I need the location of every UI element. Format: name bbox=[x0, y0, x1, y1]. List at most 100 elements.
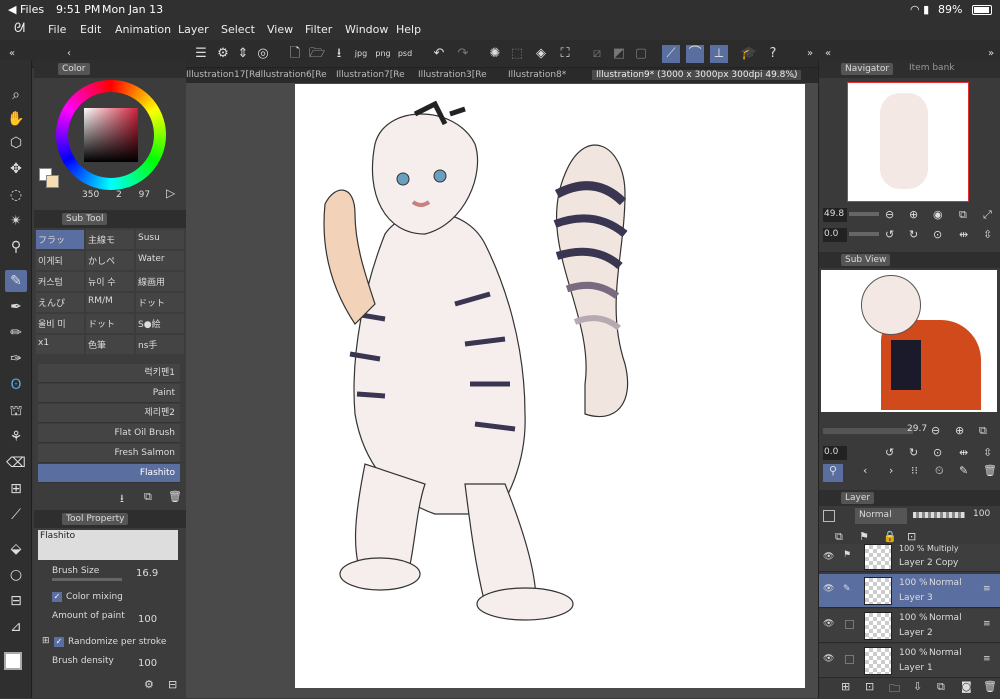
subtool-item[interactable]: Susu bbox=[136, 230, 184, 249]
hand-tool-icon[interactable]: ✋ bbox=[5, 108, 27, 130]
layer-row[interactable]: 👁 100 % Normal Layer 2 ≡ bbox=[819, 609, 1000, 643]
operation-tool-icon[interactable]: ⬡ bbox=[5, 132, 27, 154]
sub-fit-icon[interactable]: ⧉ bbox=[979, 424, 987, 438]
menu-view[interactable]: View bbox=[267, 23, 293, 36]
visibility-eye-icon[interactable]: 👁 bbox=[823, 654, 834, 664]
color-mixing-checkbox[interactable]: ✓ bbox=[52, 592, 62, 602]
mask-icon[interactable]: ◙ bbox=[961, 680, 972, 693]
reset-rotation-icon[interactable]: ⊙ bbox=[933, 228, 942, 241]
subview-angle[interactable]: 0.0 bbox=[823, 446, 847, 460]
subtool-item[interactable]: RM/M bbox=[86, 293, 134, 312]
visibility-eye-icon[interactable]: 👁 bbox=[823, 619, 834, 629]
menu-edit[interactable]: Edit bbox=[80, 23, 101, 36]
new-folder-icon[interactable]: 🗀 bbox=[889, 680, 900, 699]
eraser-icon[interactable]: ⌫ bbox=[5, 452, 27, 474]
subtool-item[interactable]: 뉴이 수 bbox=[86, 272, 134, 291]
subview-zoom[interactable]: 29.7 bbox=[907, 424, 927, 434]
zoom-slider[interactable] bbox=[849, 212, 879, 216]
figure-icon[interactable]: ⊞ bbox=[5, 478, 27, 500]
subtool-item[interactable]: えんぴ bbox=[36, 293, 84, 312]
menu-filter[interactable]: Filter bbox=[305, 23, 332, 36]
clip-icon[interactable]: ⧉ bbox=[835, 530, 843, 544]
brush-item[interactable]: Flat Oil Brush bbox=[38, 424, 180, 443]
help-icon[interactable]: ? bbox=[764, 45, 782, 63]
sub-rotate-left-icon[interactable]: ↺ bbox=[885, 446, 894, 459]
airbrush-icon[interactable]: ⛫ bbox=[5, 400, 27, 422]
opacity-slider[interactable] bbox=[913, 512, 965, 518]
expand-icon[interactable]: ⊞ bbox=[42, 636, 50, 646]
subtool-item[interactable]: 이게되 bbox=[36, 251, 84, 270]
move-tool-icon[interactable]: ✥ bbox=[5, 158, 27, 180]
subview-image[interactable] bbox=[821, 270, 997, 412]
brush-size-value[interactable]: 16.9 bbox=[136, 568, 158, 579]
menu-window[interactable]: Window bbox=[345, 23, 388, 36]
layer-row-selected[interactable]: 👁 ✎ 100 % Normal Layer 3 ≡ bbox=[819, 574, 1000, 608]
brush-size-slider[interactable] bbox=[52, 578, 122, 581]
subtool-item[interactable]: 線画用 bbox=[136, 272, 184, 291]
menu-file[interactable]: File bbox=[48, 23, 66, 36]
sub-prev-icon[interactable]: ‹ bbox=[863, 464, 867, 477]
magic-wand-icon[interactable]: ✴ bbox=[5, 210, 27, 232]
app-logo-icon[interactable]: ᘛ bbox=[14, 21, 25, 36]
duplicate-layer-icon[interactable]: ⧉ bbox=[937, 680, 945, 694]
selection-icon[interactable]: ⧄ bbox=[588, 45, 606, 63]
subtool-item[interactable]: 올비 미 bbox=[36, 314, 84, 333]
color-tab[interactable]: Color bbox=[58, 63, 90, 75]
brush-item[interactable]: 제리펜2 bbox=[38, 404, 180, 423]
layer-opacity[interactable]: 100 bbox=[973, 509, 990, 519]
brush-item[interactable]: Fresh Salmon bbox=[38, 444, 180, 463]
subtool-item[interactable]: ドット bbox=[136, 293, 184, 312]
marker-tool-icon[interactable]: ✑ bbox=[5, 348, 27, 370]
export-psd-icon[interactable]: psd bbox=[396, 45, 414, 63]
clear-icon[interactable]: ⬚ bbox=[508, 45, 526, 63]
layer-checkbox[interactable] bbox=[845, 655, 854, 664]
brush-item[interactable]: Paint bbox=[38, 384, 180, 403]
transform-icon[interactable]: ⛶ bbox=[556, 45, 574, 63]
ruler-snap-icon[interactable]: ⟋ bbox=[662, 45, 680, 63]
tool-property-tab[interactable]: Tool Property bbox=[62, 513, 129, 525]
sub-next-icon[interactable]: › bbox=[889, 464, 893, 477]
merge-icon[interactable]: ⇩ bbox=[913, 680, 922, 693]
collapse-right-icon[interactable]: » bbox=[801, 45, 819, 63]
deselect-icon[interactable]: ◩ bbox=[610, 45, 628, 63]
layer-drag-handle[interactable]: ≡ bbox=[983, 619, 991, 629]
sub-edit-icon[interactable]: ✎ bbox=[959, 464, 968, 477]
rotate-left-icon[interactable]: ↺ bbox=[885, 228, 894, 241]
delete-layer-icon[interactable]: 🗑 bbox=[983, 680, 997, 693]
subtool-item[interactable]: S●絵 bbox=[136, 314, 184, 333]
zoom-tool-icon[interactable]: ⌕ bbox=[5, 84, 27, 106]
doc-tab[interactable]: Illustration7[Re bbox=[336, 70, 405, 80]
amount-value[interactable]: 100 bbox=[138, 614, 157, 625]
visibility-eye-icon[interactable]: 👁 bbox=[823, 584, 834, 594]
subview-zoom-slider[interactable] bbox=[823, 428, 913, 434]
panel-menu-icon[interactable]: ⊟ bbox=[168, 678, 177, 691]
subtool-item[interactable]: Water bbox=[136, 251, 184, 270]
back-to-files[interactable]: ◀ Files bbox=[8, 3, 44, 16]
sub-flip-v-icon[interactable]: ⇳ bbox=[983, 446, 992, 459]
updown-icon[interactable]: ⇕ bbox=[234, 45, 252, 63]
doc-tab[interactable]: Illustration17[Re bbox=[186, 70, 260, 80]
zoom-in-icon[interactable]: ⊕ bbox=[909, 208, 918, 221]
export-png-icon[interactable]: png bbox=[374, 45, 392, 63]
sub-reset-icon[interactable]: ⊙ bbox=[933, 446, 942, 459]
loading-icon[interactable]: ✺ bbox=[486, 45, 504, 63]
subtool-item[interactable]: ns手 bbox=[136, 335, 184, 354]
save-icon[interactable]: ⭳ bbox=[330, 45, 348, 63]
subtool-item[interactable]: かしペ bbox=[86, 251, 134, 270]
layer-tab[interactable]: Layer bbox=[841, 492, 875, 504]
trash-icon[interactable]: 🗑 bbox=[168, 490, 182, 503]
sub-clock-icon[interactable]: ⏲ bbox=[935, 464, 944, 478]
flip-vertical-icon[interactable]: ⇳ bbox=[983, 228, 992, 241]
drawing-canvas[interactable] bbox=[295, 84, 805, 688]
subtool-item[interactable]: 主線モ bbox=[86, 230, 134, 249]
undo-icon[interactable]: ↶ bbox=[430, 45, 448, 63]
settings-icon[interactable]: ⚙ bbox=[214, 45, 232, 63]
circle-shape-icon[interactable]: ○ bbox=[5, 564, 27, 586]
subtool-item[interactable]: ドット bbox=[86, 314, 134, 333]
fullscreen-icon[interactable]: ⤢ bbox=[983, 208, 992, 222]
new-raster-layer-icon[interactable]: ⊞ bbox=[841, 680, 850, 693]
main-color-swatch[interactable] bbox=[4, 652, 22, 670]
grid-snap-icon[interactable]: ⟂ bbox=[710, 45, 728, 63]
sub-rotate-right-icon[interactable]: ↻ bbox=[909, 446, 918, 459]
layer-checkbox[interactable] bbox=[845, 620, 854, 629]
